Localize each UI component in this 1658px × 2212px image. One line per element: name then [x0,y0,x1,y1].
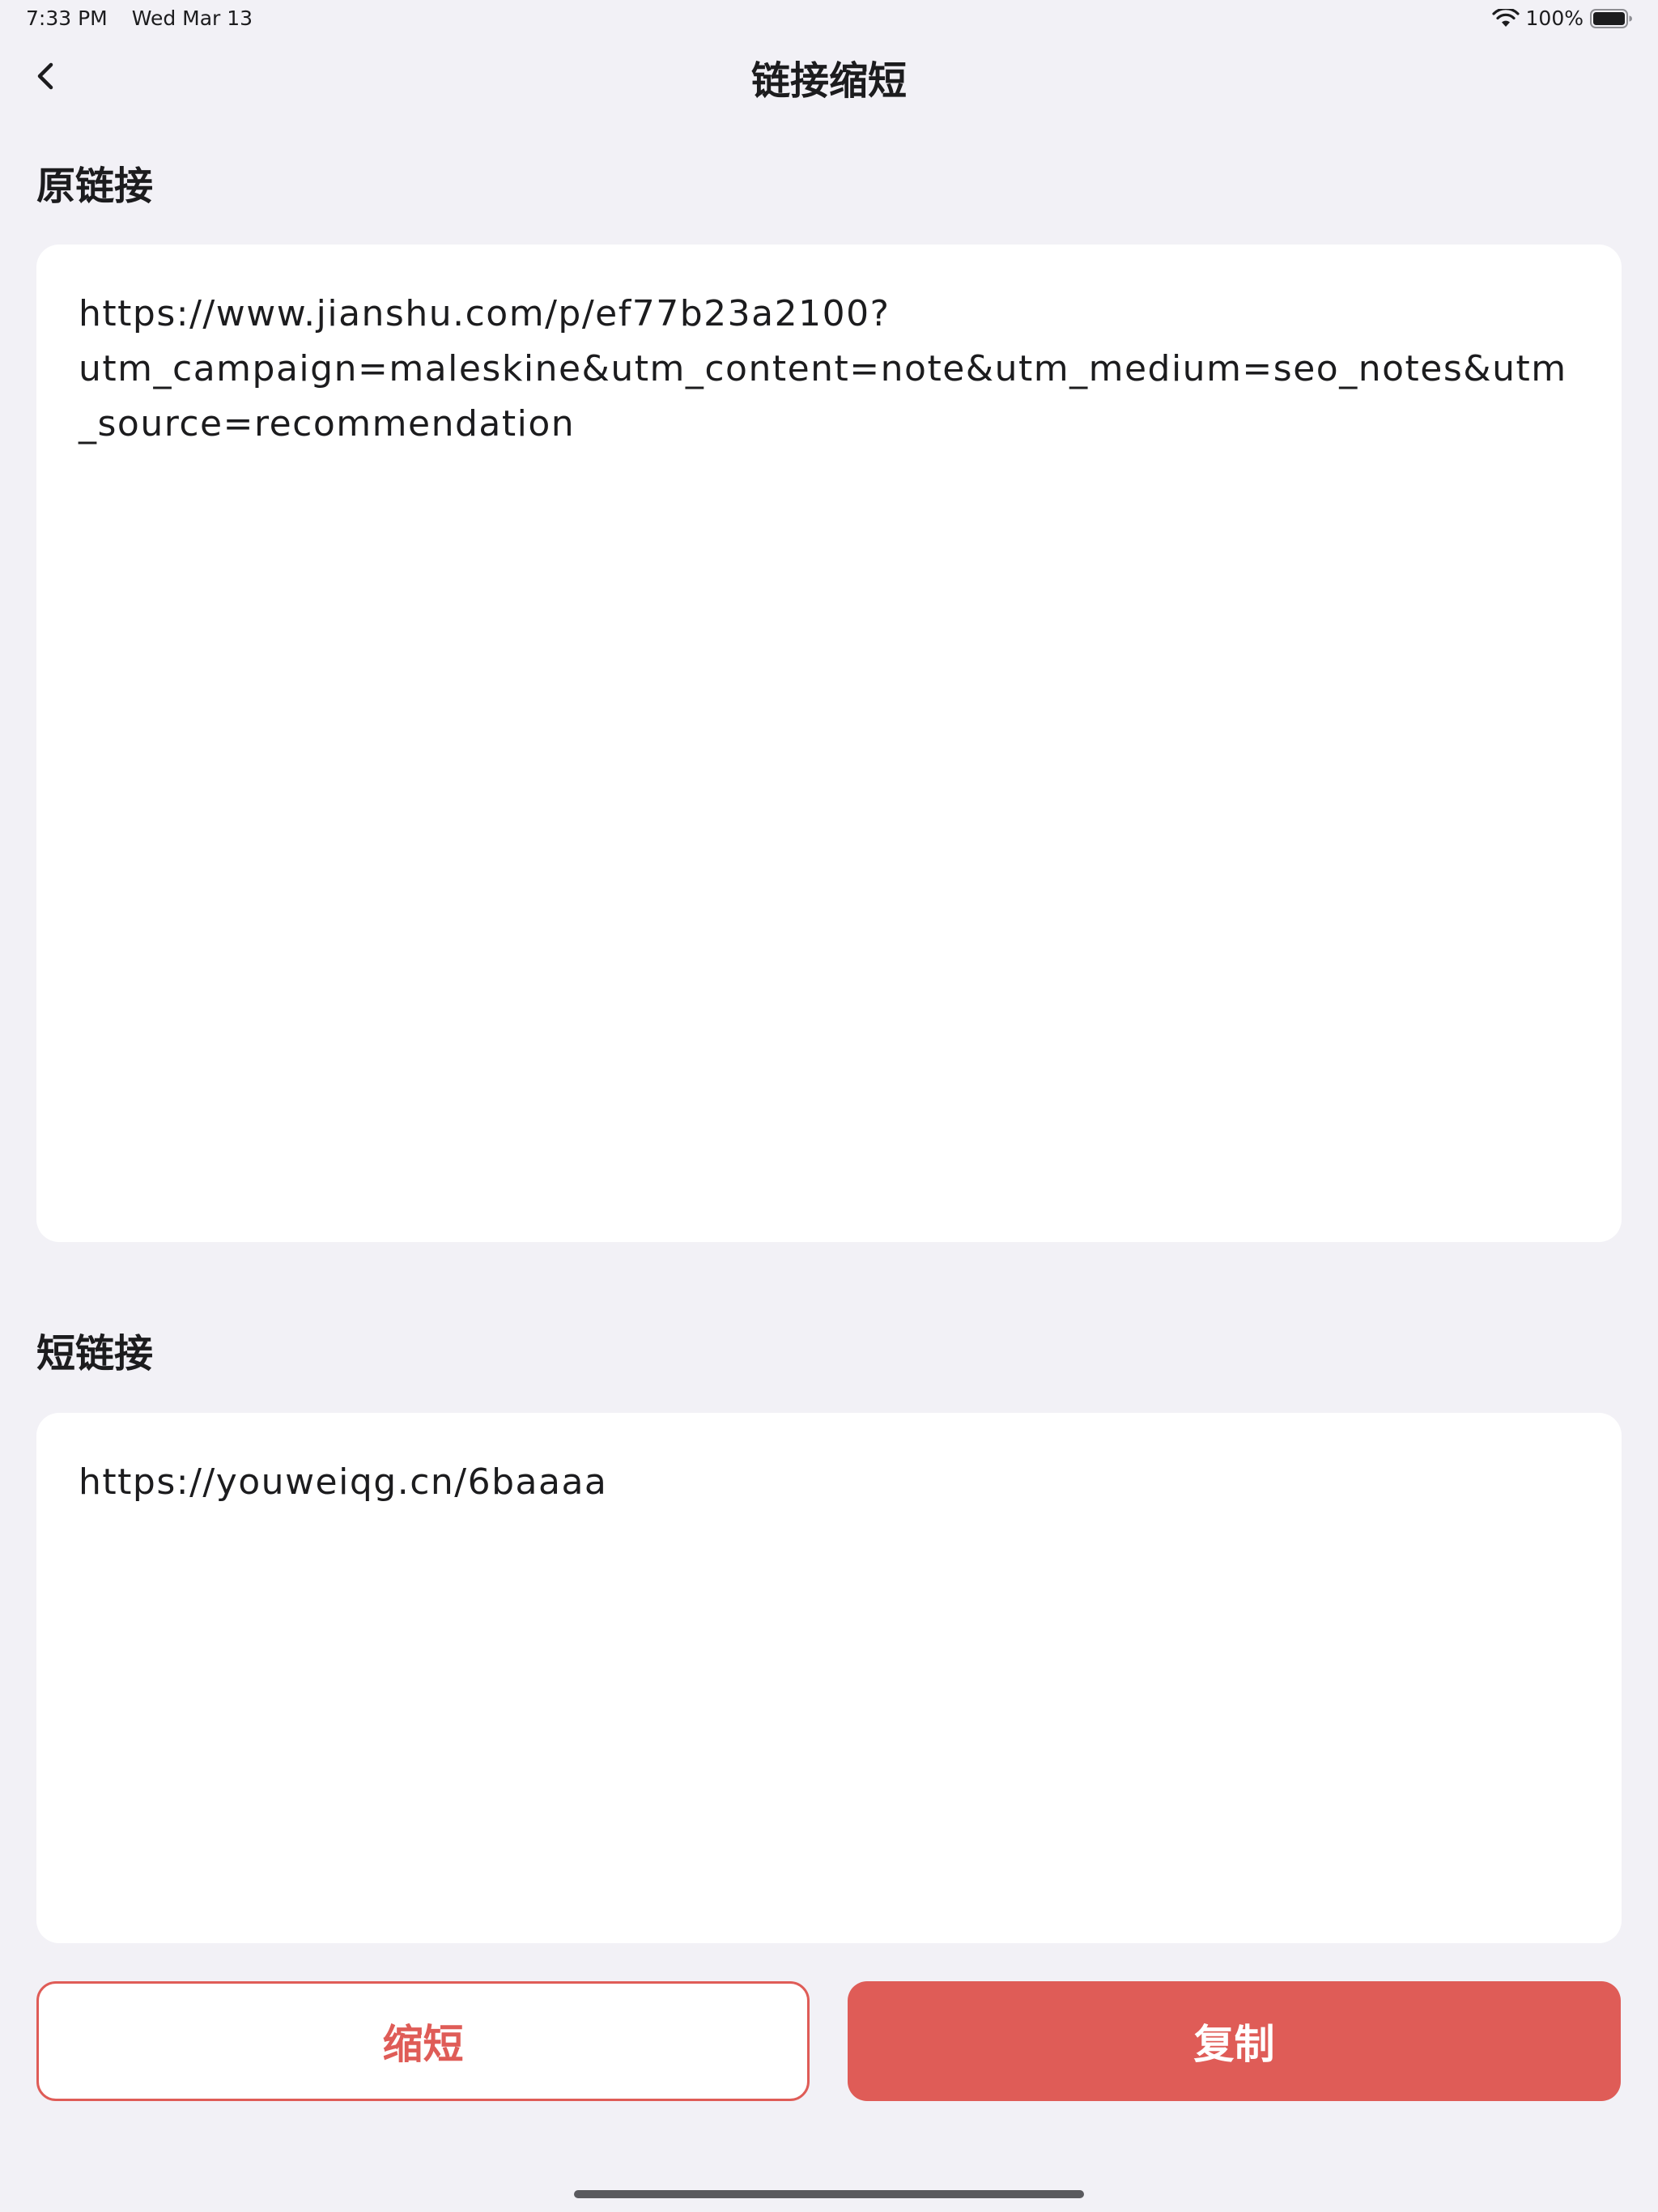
battery-icon [1590,8,1632,28]
battery-percentage: 100% [1525,6,1584,30]
status-time: 7:33 PM [26,6,108,30]
page-title: 链接缩短 [750,58,907,104]
original-link-label: 原链接 [36,164,154,209]
original-link-text: https://www.jianshu.com/p/ef77b23a2100? … [79,293,1567,445]
original-link-input[interactable]: https://www.jianshu.com/p/ef77b23a2100? … [36,245,1622,1242]
status-date: Wed Mar 13 [131,6,253,30]
status-bar: 7:33 PM Wed Mar 13 100% [0,0,1658,37]
home-indicator [574,2190,1084,2198]
navigation-bar: 链接缩短 [0,37,1658,110]
wifi-icon [1491,8,1520,27]
shorten-button[interactable]: 缩短 [36,1981,810,2101]
link-shortener-screen: 7:33 PM Wed Mar 13 100% 链接缩短 原链接 https:/… [0,0,1658,2212]
copy-button[interactable]: 复制 [848,1981,1621,2101]
short-link-text: https://youweiqg.cn/6baaaa [79,1461,608,1503]
short-link-output[interactable]: https://youweiqg.cn/6baaaa [36,1413,1622,1943]
status-left: 7:33 PM Wed Mar 13 [26,6,253,30]
status-right: 100% [1491,6,1632,30]
short-link-label: 短链接 [36,1331,154,1376]
